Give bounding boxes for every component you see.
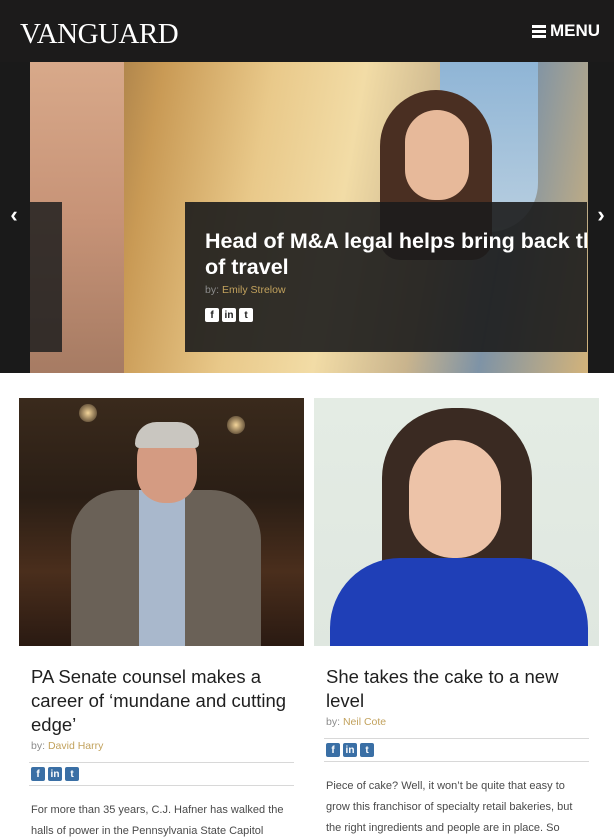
article-excerpt: For more than 35 years, C.J. Hafner has …: [31, 804, 284, 837]
hero-title-line1: Head of M&A legal helps bring back th: [205, 229, 587, 253]
byline-prefix: by:: [31, 740, 46, 752]
facebook-icon[interactable]: f: [31, 767, 45, 781]
lamp-light: [79, 404, 97, 422]
article-card: She takes the cake to a new level by: Ne…: [314, 398, 599, 840]
byline-prefix: by:: [326, 716, 341, 728]
author-link[interactable]: Neil Cote: [343, 716, 386, 728]
twitter-icon[interactable]: t: [65, 767, 79, 781]
divider: [324, 738, 589, 739]
divider: [29, 762, 294, 763]
hero-person-face: [405, 110, 469, 200]
linkedin-icon[interactable]: in: [48, 767, 62, 781]
article-excerpt: Piece of cake? Well, it won’t be quite t…: [326, 780, 573, 834]
hero-byline: by: Emily Strelow: [205, 284, 587, 296]
article-card: PA Senate counsel makes a career of ‘mun…: [19, 398, 304, 840]
chevron-right-icon[interactable]: ›: [591, 202, 611, 228]
facebook-icon[interactable]: f: [205, 308, 219, 322]
hero-byline-prefix: by:: [205, 284, 220, 296]
linkedin-icon[interactable]: in: [222, 308, 236, 322]
hero-author-link[interactable]: Emily Strelow: [222, 284, 286, 296]
hero-carousel: Head of M&A legal helps bring back th of…: [0, 62, 614, 373]
person-blouse: [330, 558, 588, 646]
divider: [29, 785, 294, 786]
hero-caption: Head of M&A legal helps bring back th of…: [185, 202, 587, 352]
article-title[interactable]: PA Senate counsel makes a career of ‘mun…: [19, 665, 304, 737]
hero-social-share: f in t: [205, 308, 587, 322]
facebook-icon[interactable]: f: [326, 743, 340, 757]
hero-title[interactable]: Head of M&A legal helps bring back th of…: [205, 228, 587, 280]
site-logo[interactable]: VANGUARD: [20, 18, 179, 51]
social-share: f in t: [314, 743, 599, 757]
social-share: f in t: [19, 767, 304, 781]
article-image[interactable]: [19, 398, 304, 646]
menu-label: MENU: [549, 21, 600, 40]
site-header: VANGUARD MENU: [0, 0, 614, 62]
hero-title-line2: of travel: [205, 255, 289, 279]
article-byline: by: David Harry: [19, 740, 304, 752]
article-title[interactable]: She takes the cake to a new level: [314, 665, 599, 713]
divider: [324, 761, 589, 762]
twitter-icon[interactable]: t: [239, 308, 253, 322]
hero-previous-slide-caption: [30, 202, 62, 352]
lamp-light: [227, 416, 245, 434]
chevron-left-icon[interactable]: ‹: [4, 202, 24, 228]
article-image[interactable]: [314, 398, 599, 646]
person-hair: [135, 422, 199, 448]
person-face: [409, 440, 501, 558]
article-byline: by: Neil Cote: [314, 716, 599, 728]
author-link[interactable]: David Harry: [48, 740, 103, 752]
person-shirt: [139, 490, 185, 646]
linkedin-icon[interactable]: in: [343, 743, 357, 757]
menu-icon: [531, 25, 546, 38]
twitter-icon[interactable]: t: [360, 743, 374, 757]
menu-button[interactable]: MENU: [531, 21, 600, 41]
